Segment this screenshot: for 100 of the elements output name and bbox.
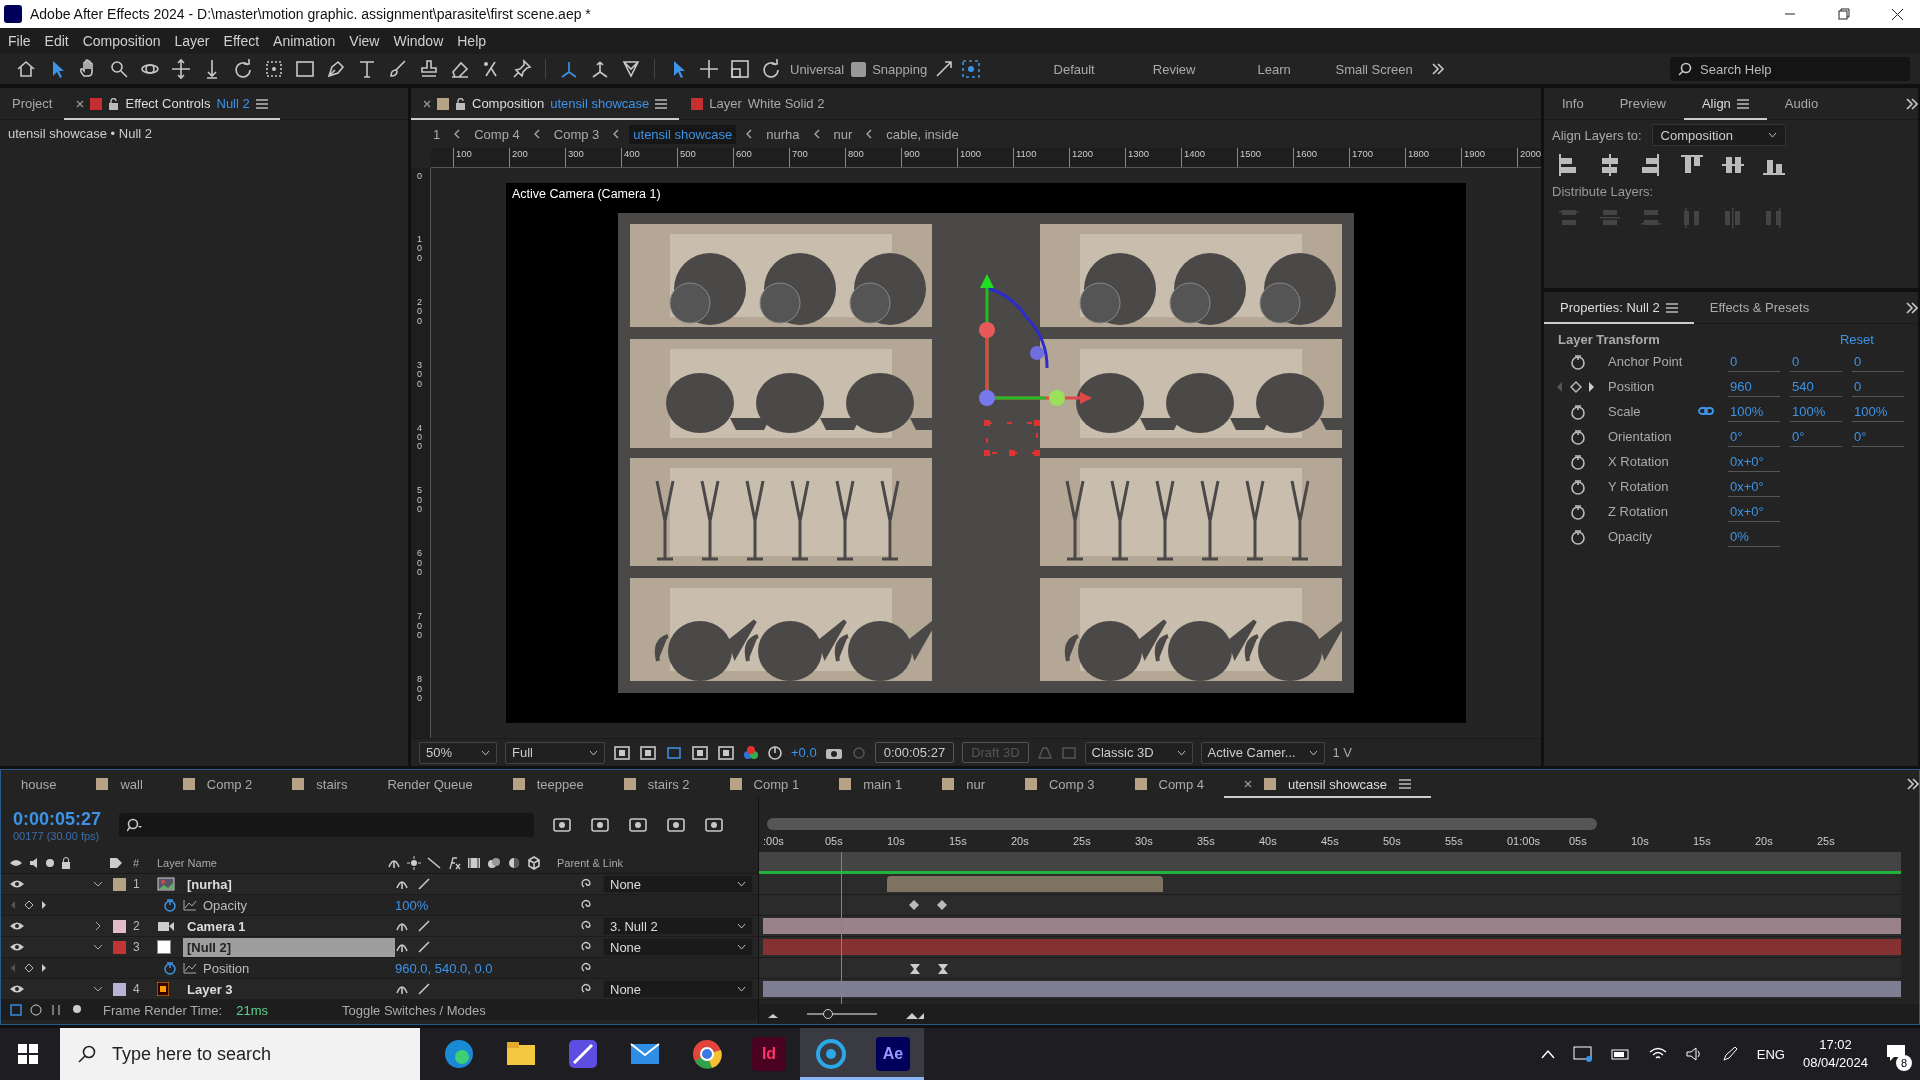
value-field[interactable]: 100% (1790, 401, 1842, 422)
timeline-tab[interactable]: stairs 2 (603, 770, 710, 798)
zoom-icon[interactable] (108, 58, 130, 80)
menu-item[interactable]: File (8, 33, 31, 49)
panel-tab[interactable]: Effect Controls Null 2 (64, 87, 280, 120)
panel-tab[interactable]: Audio (1766, 87, 1837, 120)
chevron-double-icon[interactable] (1907, 778, 1919, 790)
view-dropdown[interactable]: Active Camer... (1200, 741, 1325, 764)
value-field[interactable]: 540 (1790, 376, 1842, 397)
keyframe-icon[interactable] (909, 963, 921, 975)
panel-menu-icon[interactable] (655, 98, 668, 109)
label-color-swatch[interactable] (113, 982, 126, 996)
layer-search-field[interactable] (119, 813, 535, 837)
stopwatch-icon[interactable] (163, 961, 177, 975)
link-icon[interactable] (1698, 406, 1714, 416)
value-field[interactable]: 0 (1790, 351, 1842, 372)
monitor-icon[interactable] (1572, 1045, 1593, 1063)
workspace-tab[interactable]: Learn (1224, 61, 1325, 77)
speaker-icon[interactable] (1684, 1046, 1703, 1062)
timeline-tab[interactable]: stairs (272, 770, 368, 798)
layer-name[interactable]: Layer 3 (183, 979, 395, 999)
parent-dropdown[interactable]: None (603, 980, 753, 998)
rectangle-icon[interactable] (294, 58, 316, 80)
breadcrumb-item[interactable]: 1 (429, 124, 445, 144)
layer-name[interactable]: [Null 2] (183, 937, 395, 957)
clock-time[interactable]: 17:02 (1819, 1036, 1852, 1054)
panel-tab[interactable]: Project (0, 87, 65, 120)
quality-switch-icon[interactable] (417, 941, 431, 953)
taskbar-app[interactable]: Ae (862, 1028, 924, 1080)
property-value[interactable]: 100% (395, 897, 581, 913)
value-field[interactable]: 0x+0° (1728, 501, 1780, 522)
graph-icon[interactable] (183, 962, 197, 974)
align-right-icon[interactable] (1640, 154, 1662, 176)
visibility-eye-icon[interactable] (9, 921, 25, 931)
value-field[interactable]: 0x+0° (1728, 476, 1780, 497)
align-to-dropdown[interactable]: Composition (1651, 124, 1786, 146)
visibility-eye-icon[interactable] (9, 984, 25, 994)
parent-dropdown[interactable]: None (603, 938, 753, 956)
label-color-swatch[interactable] (113, 940, 126, 954)
panel-tab[interactable]: Effects & Presets (1693, 291, 1826, 324)
layer-name[interactable]: [nurha] (183, 874, 395, 894)
label-color-swatch[interactable] (113, 877, 126, 891)
clone-stamp-icon[interactable] (418, 58, 440, 80)
twirl-down-icon[interactable] (93, 984, 103, 994)
color-channels-icon[interactable] (743, 744, 759, 761)
parent-dropdown[interactable]: None (603, 875, 753, 893)
scale-icon[interactable] (729, 58, 751, 80)
breadcrumb-item[interactable]: Comp 4 (470, 124, 524, 144)
help-search-field[interactable]: Search Help (1670, 57, 1910, 81)
breadcrumb-item[interactable]: nurha (762, 124, 804, 144)
label-color-swatch[interactable] (113, 919, 126, 933)
brush-icon[interactable] (387, 58, 409, 80)
layer-name[interactable]: Camera 1 (183, 916, 395, 936)
align-vertical-center-icon[interactable] (1722, 154, 1744, 176)
twirl-right-icon[interactable] (93, 921, 103, 931)
panel-tab[interactable]: Info (1544, 87, 1602, 120)
workspace-tab[interactable]: Review (1124, 61, 1225, 77)
shy-switch-icon[interactable] (395, 920, 409, 932)
taskbar-search-field[interactable]: Type here to search (60, 1028, 420, 1080)
rotate-icon[interactable] (760, 58, 782, 80)
pen-icon[interactable] (325, 58, 347, 80)
timeline-tab[interactable]: house (1, 770, 77, 798)
mask-visibility-icon[interactable] (665, 744, 683, 761)
keyframe-navigator-icon[interactable] (9, 963, 49, 973)
resolution-dropdown[interactable]: Full (505, 741, 605, 764)
menu-item[interactable]: Window (393, 33, 444, 49)
home-icon[interactable] (15, 58, 37, 80)
stopwatch-icon[interactable] (163, 898, 177, 912)
toggle-switches-button[interactable]: Toggle Switches / Modes (342, 1002, 486, 1018)
chevron-up-icon[interactable] (1540, 1049, 1555, 1059)
language-indicator[interactable]: ENG (1756, 1046, 1785, 1062)
panel-menu-icon[interactable] (1665, 302, 1678, 313)
value-field[interactable]: 960 (1728, 376, 1780, 397)
value-field[interactable]: 0° (1728, 426, 1780, 447)
view-axis-icon[interactable] (620, 58, 642, 80)
menu-item[interactable]: Help (457, 33, 487, 49)
align-horizontal-center-icon[interactable] (1599, 154, 1621, 176)
view-layout-dropdown[interactable]: 1 V (1332, 745, 1353, 760)
value-field[interactable]: 0x+0° (1728, 451, 1780, 472)
chevron-double-icon[interactable] (1906, 97, 1918, 110)
shy-switch-icon[interactable] (395, 941, 409, 953)
snap-options-icon[interactable] (934, 59, 955, 79)
quality-switch-icon[interactable] (417, 983, 431, 995)
reset-link[interactable]: Reset (1839, 332, 1874, 347)
timeline-tab[interactable]: main 1 (819, 770, 923, 798)
panel-menu-icon[interactable] (1399, 779, 1412, 789)
parent-dropdown[interactable]: 3. Null 2 (603, 917, 753, 935)
value-field[interactable]: 0 (1852, 376, 1904, 397)
quality-switch-icon[interactable] (417, 920, 431, 932)
move-icon[interactable] (698, 58, 720, 80)
shy-switch-icon[interactable] (395, 878, 409, 890)
taskbar-app[interactable] (800, 1028, 862, 1080)
pan-camera-icon[interactable] (170, 58, 192, 80)
panel-menu-icon[interactable] (1736, 98, 1749, 109)
visibility-eye-icon[interactable] (9, 879, 25, 889)
menu-item[interactable]: Effect (223, 33, 260, 49)
rotate-icon[interactable] (232, 58, 254, 80)
panel-tab[interactable]: Properties: Null 2 (1544, 291, 1694, 324)
panel-menu-icon[interactable] (255, 98, 268, 109)
stopwatch-icon[interactable] (1570, 428, 1586, 445)
